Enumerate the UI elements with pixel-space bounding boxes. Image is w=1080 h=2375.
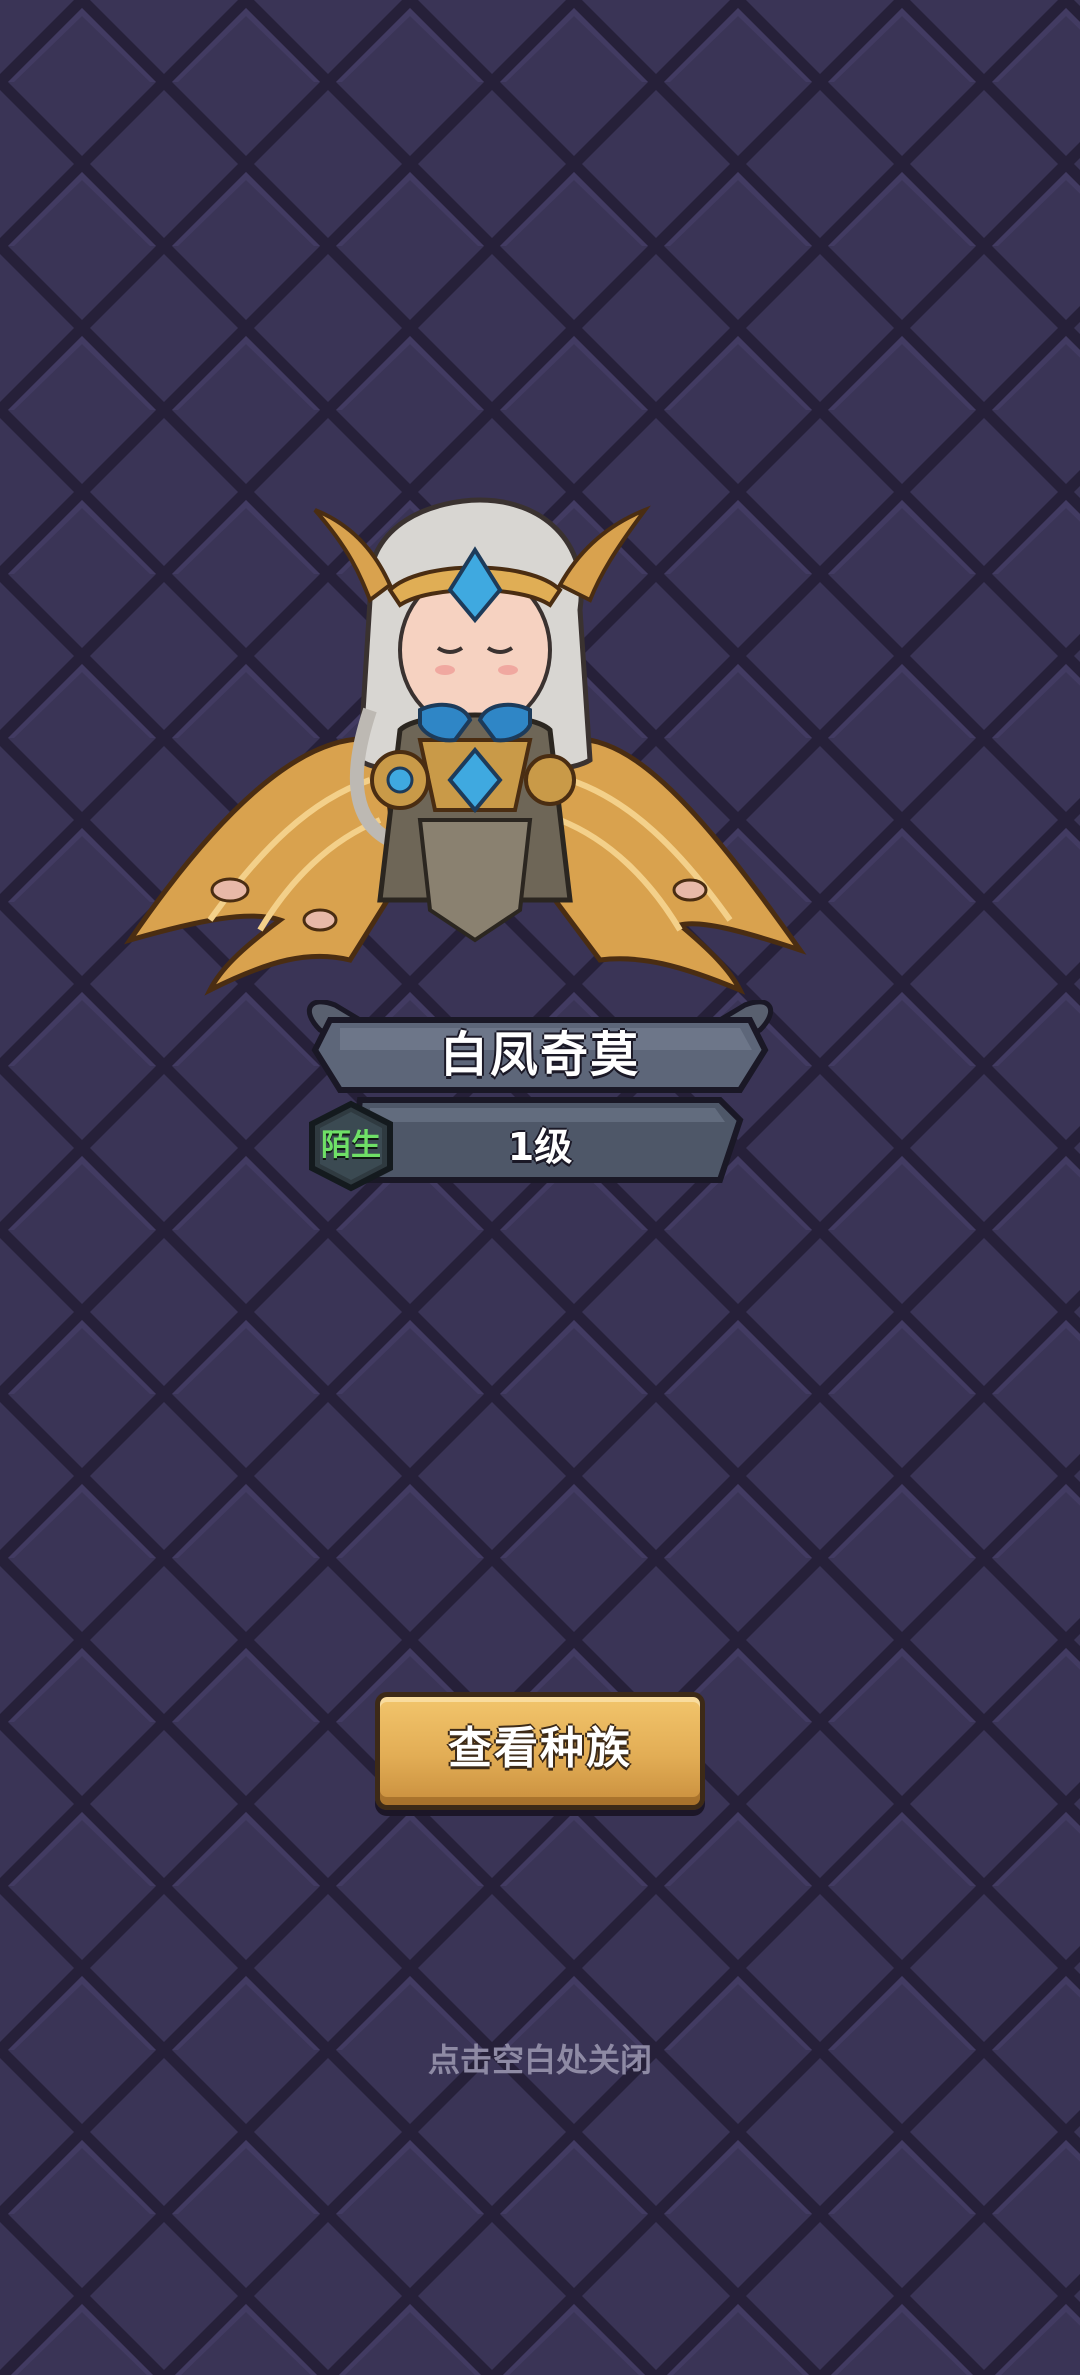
relation-tag: 陌生: [321, 1128, 381, 1163]
right-wing-illustration: [537, 736, 807, 995]
tap-to-close-hint[interactable]: 点击空白处关闭: [340, 2030, 740, 2090]
view-race-button[interactable]: 查看种族: [375, 1692, 705, 1810]
hero-portrait: [123, 497, 807, 996]
hero-level: 1级: [507, 1125, 573, 1169]
hero-name: 白凤奇莫: [439, 1027, 640, 1083]
view-race-button-label: 查看种族: [448, 1723, 632, 1774]
